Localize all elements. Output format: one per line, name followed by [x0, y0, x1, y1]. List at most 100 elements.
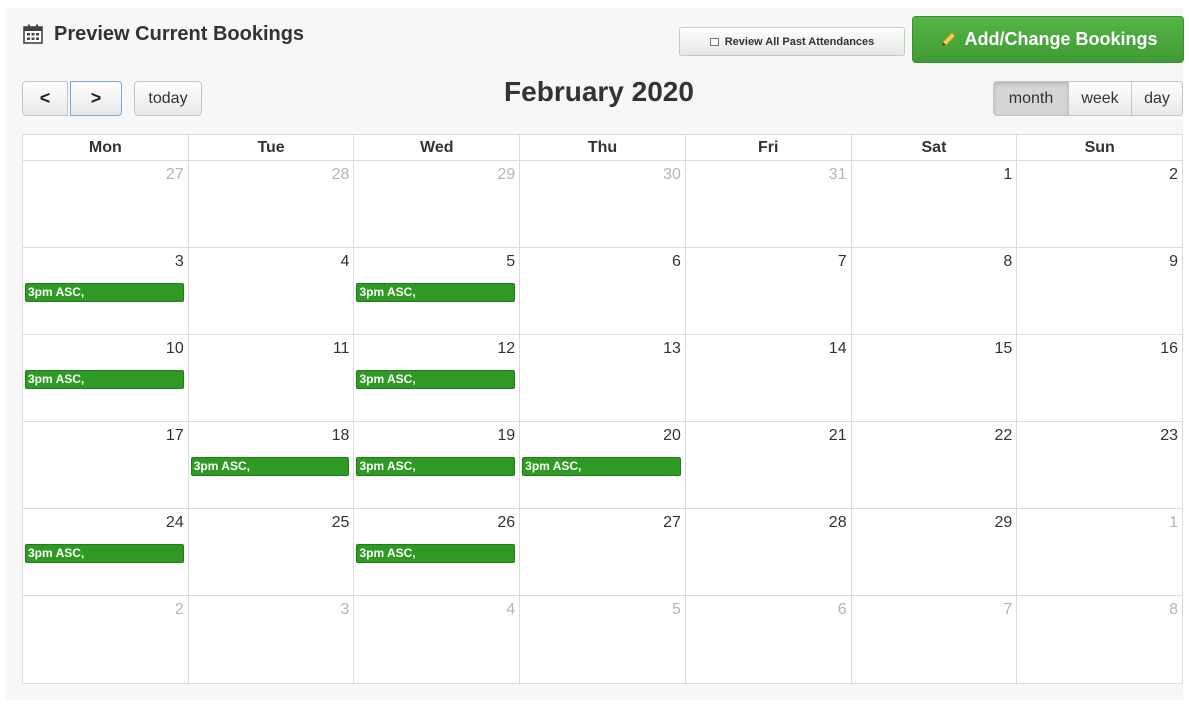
day-cell[interactable]: 10 3pm ASC, — [23, 335, 189, 422]
day-cell[interactable]: 20 3pm ASC, — [520, 422, 686, 509]
week-row: 2 3 4 5 6 7 8 — [23, 596, 1182, 683]
day-cell[interactable]: 13 — [520, 335, 686, 422]
day-number: 2 — [1169, 166, 1179, 183]
day-cell[interactable]: 6 — [520, 248, 686, 335]
view-day-button[interactable]: day — [1132, 81, 1183, 116]
next-month-button[interactable]: > — [70, 81, 122, 116]
prev-month-button[interactable]: < — [22, 81, 68, 116]
booking-event[interactable]: 3pm ASC, — [25, 370, 184, 389]
day-number: 16 — [1160, 340, 1179, 357]
day-cell[interactable]: 6 — [686, 596, 852, 683]
weekday-wed: Wed — [354, 135, 521, 161]
day-cell[interactable]: 24 3pm ASC, — [23, 509, 189, 596]
day-number: 10 — [165, 340, 184, 357]
day-cell[interactable]: 27 — [23, 161, 189, 248]
view-switcher: month week day — [993, 81, 1183, 116]
day-number: 4 — [340, 253, 350, 270]
day-number: 24 — [165, 514, 184, 531]
week-row: 10 3pm ASC, 11 12 3pm ASC, 13 14 15 16 — [23, 335, 1183, 422]
day-number: 13 — [663, 340, 681, 357]
day-number: 8 — [1003, 253, 1013, 270]
day-number: 20 — [663, 427, 681, 444]
day-number: 29 — [994, 514, 1013, 531]
day-cell[interactable]: 1 — [851, 161, 1018, 248]
day-cell[interactable]: 4 — [188, 248, 355, 335]
day-cell[interactable]: 4 — [354, 596, 521, 683]
day-cell[interactable]: 7 — [852, 596, 1018, 683]
add-change-bookings-button[interactable]: Add/Change Bookings — [912, 16, 1184, 63]
booking-event[interactable]: 3pm ASC, — [190, 457, 350, 476]
view-month-button[interactable]: month — [993, 81, 1069, 116]
day-cell[interactable]: 7 — [685, 248, 852, 335]
view-week-button[interactable]: week — [1069, 81, 1132, 116]
day-cell[interactable]: 15 — [851, 335, 1018, 422]
day-cell[interactable]: 17 — [23, 422, 189, 509]
day-cell[interactable]: 28 — [685, 509, 852, 596]
booking-event[interactable]: 3pm ASC, — [356, 544, 516, 563]
day-number: 19 — [497, 427, 516, 444]
weekday-thu: Thu — [520, 135, 686, 161]
day-cell[interactable]: 23 — [1017, 422, 1183, 509]
chevron-right-icon: > — [90, 88, 102, 108]
day-cell[interactable]: 8 — [851, 248, 1018, 335]
day-number: 6 — [837, 601, 847, 618]
week-row: 3 3pm ASC, 4 5 3pm ASC, 6 7 8 9 — [23, 248, 1183, 335]
day-cell[interactable]: 27 — [520, 509, 686, 596]
day-cell[interactable]: 11 — [188, 335, 355, 422]
day-number: 6 — [671, 253, 681, 270]
day-cell[interactable]: 1 — [1017, 509, 1183, 596]
weekday-sun: Sun — [1017, 135, 1183, 161]
day-number: 22 — [994, 427, 1013, 444]
week-row: 24 3pm ASC, 25 26 3pm ASC, 27 28 29 1 — [23, 509, 1183, 596]
page-title: Preview Current Bookings — [54, 22, 305, 45]
day-number: 3 — [174, 253, 184, 270]
day-number: 9 — [1169, 253, 1179, 270]
day-cell[interactable]: 30 — [520, 161, 686, 248]
day-cell[interactable]: 12 3pm ASC, — [354, 335, 521, 422]
day-cell[interactable]: 29 — [354, 161, 521, 248]
day-number: 18 — [331, 427, 350, 444]
document-icon — [709, 37, 719, 46]
day-cell[interactable]: 29 — [851, 509, 1018, 596]
review-past-attendances-button[interactable]: Review All Past Attendances — [679, 27, 905, 56]
day-number: 2 — [174, 601, 184, 618]
booking-event[interactable]: 3pm ASC, — [356, 370, 516, 389]
day-cell[interactable]: 31 — [685, 161, 852, 248]
day-number: 17 — [165, 427, 184, 444]
day-cell[interactable]: 25 — [188, 509, 355, 596]
day-cell[interactable]: 5 3pm ASC, — [354, 248, 521, 335]
day-cell[interactable]: 5 — [520, 596, 686, 683]
booking-event[interactable]: 3pm ASC, — [25, 283, 184, 302]
day-number: 28 — [828, 514, 847, 531]
day-cell[interactable]: 22 — [851, 422, 1018, 509]
weekday-sat: Sat — [851, 135, 1018, 161]
page-header: Preview Current Bookings — [22, 20, 304, 48]
day-number: 7 — [1003, 601, 1013, 618]
day-cell[interactable]: 19 3pm ASC, — [354, 422, 521, 509]
booking-event[interactable]: 3pm ASC, — [25, 544, 184, 563]
weeks-container: 27 28 29 30 31 1 2 3 3pm ASC, 4 5 3pm ASC, 6 7 8 9 10 3pm… — [23, 161, 1183, 683]
day-number: 12 — [497, 340, 516, 357]
day-cell[interactable]: 28 — [188, 161, 355, 248]
day-cell[interactable]: 2 — [23, 596, 189, 683]
booking-event[interactable]: 3pm ASC, — [356, 457, 516, 476]
day-number: 14 — [828, 340, 847, 357]
booking-event[interactable]: 3pm ASC, — [356, 283, 516, 302]
day-cell[interactable]: 2 — [1017, 161, 1183, 248]
day-cell[interactable]: 8 — [1017, 596, 1182, 683]
month-grid: Mon Tue Wed Thu Fri Sat Sun 27 28 29 30 31 1 2… — [22, 134, 1183, 684]
pencil-icon — [940, 31, 956, 47]
day-cell[interactable]: 3 3pm ASC, — [23, 248, 189, 335]
day-cell[interactable]: 21 — [685, 422, 852, 509]
day-cell[interactable]: 9 — [1017, 248, 1183, 335]
day-cell[interactable]: 3 — [189, 596, 355, 683]
day-number: 25 — [331, 514, 350, 531]
day-cell[interactable]: 14 — [685, 335, 852, 422]
today-button[interactable]: today — [134, 81, 202, 116]
day-cell[interactable]: 18 3pm ASC, — [188, 422, 355, 509]
booking-event[interactable]: 3pm ASC, — [522, 457, 681, 476]
day-number: 4 — [506, 601, 516, 618]
day-number: 1 — [1003, 166, 1013, 183]
day-cell[interactable]: 16 — [1017, 335, 1183, 422]
day-cell[interactable]: 26 3pm ASC, — [354, 509, 521, 596]
